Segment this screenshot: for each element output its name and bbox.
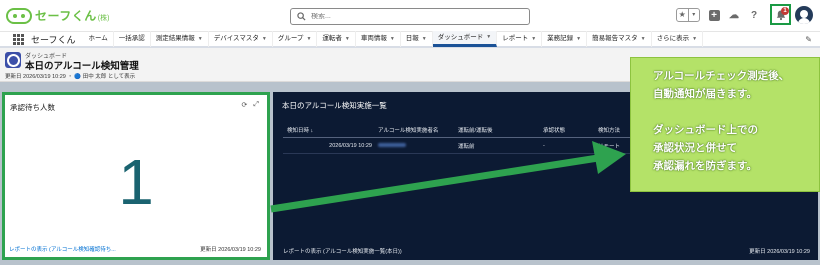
chevron-down-icon[interactable]: ▼ xyxy=(306,31,311,47)
header-utility-icons: ★ ▾ + ☁ ? ⚙ xyxy=(676,8,780,22)
nav-item-7[interactable]: 日報 ▼ xyxy=(401,31,433,47)
expand-icon[interactable]: ⤢ xyxy=(253,101,259,109)
nav-item-2[interactable]: 測定結果情報 ▼ xyxy=(151,31,209,47)
star-icon: ★ xyxy=(678,10,686,19)
logo-mark-icon xyxy=(6,7,32,24)
app-logo[interactable]: セーフくん (株) xyxy=(6,7,109,24)
nav-item-label: 業務記録 xyxy=(547,35,574,42)
nav-items: ホーム 一括承認 測定結果情報 ▼ デバイスマスタ ▼ グループ ▼ 運転者 ▼ 車両情報 ▼ 日報 ▼ ダ… xyxy=(83,31,704,47)
nav-item-3[interactable]: デバイスマスタ ▼ xyxy=(209,31,273,47)
chevron-down-icon[interactable]: ▼ xyxy=(531,31,536,47)
view-report-link[interactable]: レポートの表示 (アルコール検知確認待ち... xyxy=(9,245,116,253)
app-launcher-icon[interactable] xyxy=(13,33,24,45)
page-meta: 更新日 2026/03/19 10:29 ・ 🔵 田中 太郎 として表示 xyxy=(5,74,136,80)
chevron-down-icon[interactable]: ▼ xyxy=(641,31,646,47)
card-title: 本日のアルコール検知実施一覧 xyxy=(282,101,387,110)
cell-datetime: 2026/03/19 10:29 xyxy=(329,142,372,149)
column-header-status[interactable]: 承認状態 xyxy=(543,126,598,134)
nav-item-label: グループ xyxy=(277,35,304,42)
nav-item-8[interactable]: ダッシュボード ▼ xyxy=(432,31,498,47)
chevron-down-icon[interactable]: ▼ xyxy=(390,31,395,47)
callout-line: 承認状況と併せて xyxy=(653,142,737,154)
card-title: 承認待ち人数 xyxy=(10,103,55,112)
dashboard-icon xyxy=(5,52,21,68)
nav-item-6[interactable]: 車両情報 ▼ xyxy=(356,31,401,47)
cell-name[interactable] xyxy=(378,142,458,149)
app-nav-bar: セーフくん ホーム 一括承認 測定結果情報 ▼ デバイスマスタ ▼ グループ ▼ 運転者 ▼ 車両情… xyxy=(0,31,820,48)
cell-status: - xyxy=(543,142,545,149)
nav-item-10[interactable]: 業務記録 ▼ xyxy=(542,31,588,47)
notifications-button[interactable]: 1 xyxy=(770,4,791,25)
callout-line: アルコールチェック測定後、 xyxy=(653,70,790,82)
trailhead-button[interactable]: ☁ xyxy=(728,9,740,21)
column-header-timing[interactable]: 運転前/運転後 xyxy=(458,126,543,134)
page-title: 本日のアルコール検知管理 xyxy=(25,61,139,72)
chevron-down-icon: ▾ xyxy=(687,9,700,21)
nav-item-0[interactable]: ホーム xyxy=(83,31,114,47)
search-icon xyxy=(297,12,306,21)
help-button[interactable]: ? xyxy=(748,9,760,21)
chevron-down-icon[interactable]: ▼ xyxy=(262,31,267,47)
nav-item-9[interactable]: レポート ▼ xyxy=(497,31,543,47)
nav-item-label: さらに表示 xyxy=(656,35,690,42)
search-input[interactable] xyxy=(311,13,511,20)
chevron-down-icon[interactable]: ▼ xyxy=(422,31,427,47)
metric-value: 1 xyxy=(118,146,154,218)
nav-item-label: 運転者 xyxy=(322,35,342,42)
refresh-icon[interactable]: ⟳ xyxy=(242,101,248,109)
chevron-down-icon[interactable]: ▼ xyxy=(198,31,203,47)
help-icon: ? xyxy=(750,9,758,21)
global-actions-button[interactable]: + xyxy=(708,9,720,21)
nav-item-5[interactable]: 運転者 ▼ xyxy=(317,31,356,47)
logo-sub-text: (株) xyxy=(97,14,110,22)
logo-text: セーフくん xyxy=(35,9,97,23)
pending-approval-card: 承認待ち人数 ⟳ ⤢ 1 レポートの表示 (アルコール検知確認待ち... 更新日… xyxy=(2,92,270,260)
global-header: セーフくん (株) ★ ▾ + ☁ ? ⚙ 1 xyxy=(0,0,820,32)
global-search[interactable] xyxy=(290,8,530,25)
callout-line: 承認漏れを防ぎます。 xyxy=(653,160,757,172)
callout-line: 自動通知が届きます。 xyxy=(653,88,757,100)
column-header-name[interactable]: アルコール検知実施者名 xyxy=(378,126,458,134)
column-header-datetime[interactable]: 検知日時 ↓ xyxy=(283,126,378,134)
nav-item-label: 一括承認 xyxy=(118,35,145,42)
view-report-link[interactable]: レポートの表示 (アルコール検知実施一覧(本日)) xyxy=(283,247,402,255)
nav-item-label: ダッシュボード xyxy=(437,34,484,41)
app-name: セーフくん xyxy=(31,34,76,45)
plus-icon: + xyxy=(708,9,720,21)
chevron-down-icon[interactable]: ▼ xyxy=(576,31,581,47)
annotation-callout: アルコールチェック測定後、 自動通知が届きます。 ダッシュボード上での 承認状況… xyxy=(630,57,820,192)
nav-item-12[interactable]: さらに表示 ▼ xyxy=(652,31,704,47)
chevron-down-icon[interactable]: ▼ xyxy=(692,31,697,47)
card-tools: ⟳ ⤢ xyxy=(242,101,259,109)
cloud-icon: ☁ xyxy=(729,9,739,21)
nav-item-label: デバイスマスタ xyxy=(213,35,259,42)
chevron-down-icon[interactable]: ▼ xyxy=(345,31,350,47)
favorites-button[interactable]: ★ ▾ xyxy=(676,8,700,22)
card-updated: 更新日 2026/03/19 10:29 xyxy=(200,247,261,253)
nav-item-4[interactable]: グループ ▼ xyxy=(273,31,318,47)
nav-item-label: 車両情報 xyxy=(360,35,387,42)
notification-badge: 1 xyxy=(781,7,789,15)
cell-timing: 運転前 xyxy=(458,143,475,150)
nav-item-label: 測定結果情報 xyxy=(155,35,195,42)
user-avatar[interactable] xyxy=(795,6,813,24)
nav-item-label: ホーム xyxy=(88,35,108,42)
nav-item-label: 日報 xyxy=(405,35,419,42)
nav-item-label: レポート xyxy=(502,35,529,42)
nav-item-1[interactable]: 一括承認 xyxy=(114,31,151,47)
app-root: セーフくん (株) ★ ▾ + ☁ ? ⚙ 1 セーフくん ホーム一括 xyxy=(0,0,820,265)
card-updated: 更新日 2026/03/19 10:29 xyxy=(749,249,810,255)
nav-item-11[interactable]: 簡易報告マスタ ▼ xyxy=(587,31,652,47)
chevron-down-icon[interactable]: ▼ xyxy=(486,31,491,44)
edit-nav-icon[interactable]: ✎ xyxy=(805,35,812,44)
redacted-name xyxy=(378,142,406,147)
nav-item-label: 簡易報告マスタ xyxy=(592,35,638,42)
callout-line: ダッシュボード上での xyxy=(653,124,758,136)
